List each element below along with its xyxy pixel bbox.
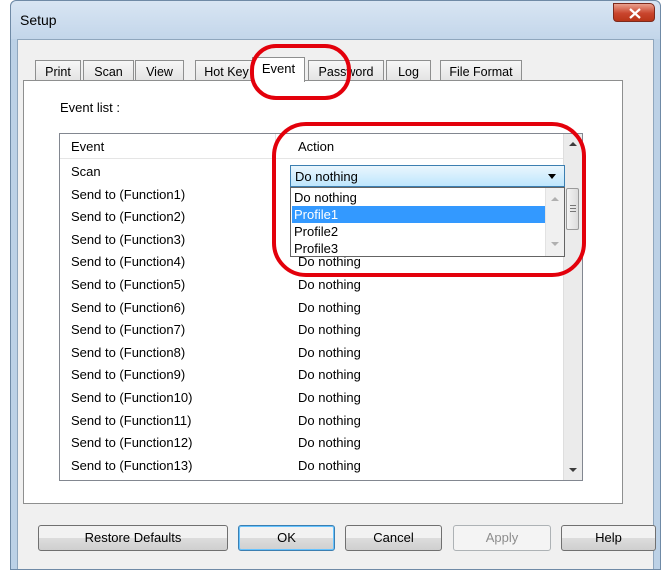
tab-print[interactable]: Print	[35, 60, 81, 81]
tab-event[interactable]: Event	[252, 57, 305, 82]
event-cell: Send to (Function13)	[71, 457, 193, 473]
grip-icon	[570, 205, 576, 213]
dropdown-option-selected[interactable]: Profile1	[292, 206, 545, 223]
event-cell: Send to (Function11)	[71, 412, 192, 428]
event-cell: Scan	[71, 164, 101, 179]
close-x-icon	[629, 8, 641, 19]
window-title: Setup	[20, 12, 57, 28]
dropdown-option[interactable]: Profile3	[292, 240, 545, 256]
table-row[interactable]: Send to (Function13) Do nothing	[60, 456, 563, 478]
tab-file-format[interactable]: File Format	[440, 60, 522, 81]
column-separator[interactable]	[275, 134, 276, 158]
action-cell[interactable]: Do nothing	[298, 277, 361, 292]
restore-defaults-button[interactable]: Restore Defaults	[38, 525, 228, 551]
tab-password[interactable]: Password	[308, 60, 384, 81]
action-cell[interactable]: Do nothing	[298, 345, 361, 360]
apply-button[interactable]: Apply	[453, 525, 551, 551]
action-cell[interactable]: Do nothing	[298, 413, 361, 428]
table-row[interactable]: Send to (Function11) Do nothing	[60, 411, 563, 433]
list-header: Event Action	[60, 134, 563, 159]
column-header-action[interactable]: Action	[298, 139, 334, 154]
cancel-button[interactable]: Cancel	[345, 525, 442, 551]
table-row[interactable]: Send to (Function8) Do nothing	[60, 343, 563, 365]
table-row[interactable]: Send to (Function9) Do nothing	[60, 365, 563, 387]
event-cell: Send to (Function6)	[71, 299, 186, 315]
table-row[interactable]: Send to (Function7) Do nothing	[60, 320, 563, 342]
table-row[interactable]: Send to (Function10) Do nothing	[60, 388, 563, 410]
table-row[interactable]: Send to (Function5) Do nothing	[60, 275, 563, 297]
tab-label: Hot Key	[204, 65, 249, 79]
action-cell[interactable]: Do nothing	[298, 390, 361, 405]
table-row[interactable]: Send to (Function12) Do nothing	[60, 433, 563, 455]
tab-label: Event	[261, 61, 296, 76]
chevron-down-icon[interactable]	[548, 174, 556, 179]
event-cell: Send to (Function2)	[71, 209, 186, 225]
column-header-event[interactable]: Event	[71, 139, 104, 154]
title-bar[interactable]: Setup	[11, 1, 660, 39]
tab-label: Password	[318, 65, 374, 79]
dropdown-option[interactable]: Do nothing	[292, 189, 545, 206]
action-cell[interactable]: Do nothing	[298, 435, 361, 450]
event-cell: Send to (Function7)	[71, 322, 186, 338]
action-cell[interactable]: Do nothing	[298, 458, 361, 473]
action-cell[interactable]: Do nothing	[298, 300, 361, 315]
close-button[interactable]	[613, 3, 655, 22]
help-button[interactable]: Help	[561, 525, 656, 551]
tab-view[interactable]: View	[135, 60, 184, 81]
combobox-value: Do nothing	[295, 169, 358, 184]
action-combobox[interactable]: Do nothing	[290, 165, 565, 187]
event-cell: Send to (Function4)	[71, 254, 186, 270]
action-dropdown-list[interactable]: Do nothing Profile1 Profile2 Profile3	[290, 187, 565, 257]
tab-label: Log	[398, 65, 419, 79]
event-cell: Send to (Function10)	[71, 390, 193, 405]
event-list-label: Event list :	[60, 100, 120, 115]
tab-scan[interactable]: Scan	[83, 60, 134, 81]
list-scrollbar-thumb[interactable]	[566, 188, 579, 230]
event-cell: Send to (Function1)	[71, 186, 186, 202]
scroll-down-icon[interactable]	[551, 242, 559, 246]
tab-label: View	[146, 65, 173, 79]
event-cell: Send to (Function5)	[71, 277, 186, 292]
event-cell: Send to (Function3)	[71, 231, 186, 247]
tab-label: Print	[45, 65, 71, 79]
event-cell: Send to (Function9)	[71, 367, 186, 383]
tab-hot-key[interactable]: Hot Key	[195, 60, 258, 81]
tab-label: Scan	[94, 65, 123, 79]
ok-button[interactable]: OK	[238, 525, 335, 551]
scroll-up-icon[interactable]	[569, 142, 577, 146]
action-cell[interactable]: Do nothing	[298, 367, 361, 382]
action-cell[interactable]: Do nothing	[298, 322, 361, 337]
tab-log[interactable]: Log	[386, 60, 431, 81]
event-cell: Send to (Function8)	[71, 344, 186, 360]
list-scrollbar[interactable]	[563, 134, 582, 480]
table-row[interactable]: Send to (Function6) Do nothing	[60, 298, 563, 320]
dropdown-scrollbar[interactable]	[545, 188, 564, 256]
scroll-up-icon[interactable]	[551, 197, 559, 201]
event-cell: Send to (Function12)	[71, 435, 193, 451]
dropdown-option[interactable]: Profile2	[292, 223, 545, 240]
scroll-down-icon[interactable]	[569, 468, 577, 472]
tab-label: File Format	[449, 65, 513, 79]
